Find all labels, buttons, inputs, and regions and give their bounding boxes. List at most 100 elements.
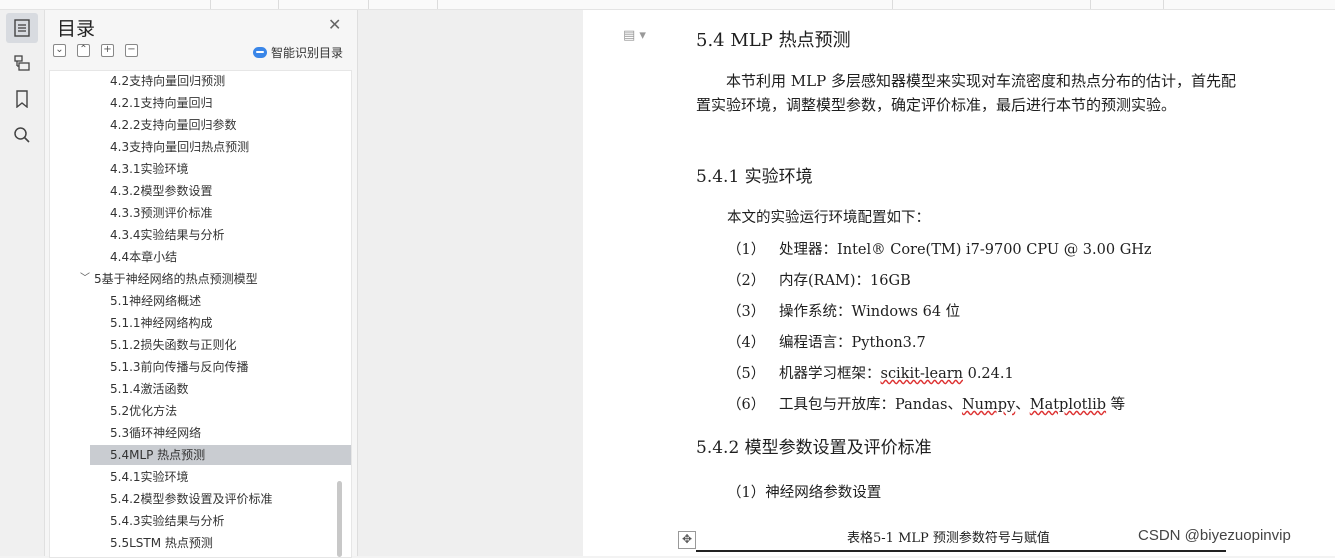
subsection-heading-env: 5.4.1 实验环境 <box>696 167 813 187</box>
env-item: （4） 编程语言：Python3.7 <box>727 331 926 352</box>
toc-item-label: 4.3.4实验结果与分析 <box>110 228 225 242</box>
env-item-number: （6） <box>727 397 766 413</box>
spellcheck-word: scikit-learn <box>880 366 963 382</box>
env-item: （6） 工具包与开放库：Pandas、Numpy、Matplotlib 等 <box>727 393 1125 414</box>
toc-item-label: 5.1神经网络概述 <box>110 294 202 308</box>
toc-item[interactable]: 5.1.3前向传播与反向传播 <box>110 357 249 377</box>
document-page: ▤ ▾ 5.4 MLP 热点预测 本节利用 MLP 多层感知器模型来实现对车流密… <box>583 10 1335 556</box>
toc-item[interactable]: 5.4.3实验结果与分析 <box>110 511 225 531</box>
toc-item-label: 5.1.3前向传播与反向传播 <box>110 360 249 374</box>
env-item-number: （4） <box>727 335 766 351</box>
bookmark-icon[interactable] <box>6 84 38 114</box>
watermark: CSDN @biyezuopinvip <box>1138 527 1291 544</box>
toc-item-label: 4.3.3预测评价标准 <box>110 206 213 220</box>
toc-item-label: 4.4本章小结 <box>110 250 178 264</box>
env-intro: 本文的实验运行环境配置如下： <box>727 210 930 226</box>
search-icon[interactable] <box>6 120 38 150</box>
param-line: （1）神经网络参数设置 <box>727 485 882 501</box>
toc-item-label: 5.4.3实验结果与分析 <box>110 514 225 528</box>
env-item-text-pre: 机器学习框架： <box>779 366 881 382</box>
toc-item[interactable]: 4.3.4实验结果与分析 <box>110 225 225 245</box>
top-toolbar-strip <box>0 0 1335 10</box>
toc-item[interactable]: 5.4MLP 热点预测 <box>90 445 351 465</box>
panel-title: 目录 <box>57 18 96 40</box>
env-item-text: 内存(RAM)：16GB <box>779 273 911 289</box>
env-item-text-pre: 工具包与开放库：Pandas、 <box>779 397 962 413</box>
env-item: （5） 机器学习框架：scikit-learn 0.24.1 <box>727 362 1014 383</box>
toc-item-label: 5.1.1神经网络构成 <box>110 316 213 330</box>
toc-panel: 目录 ✕ ⌄ ⌃ + − 智能识别目录 4.2支持向量回归预测 4.2.1支持向量… <box>45 10 358 558</box>
toc-item[interactable]: 5.5LSTM 热点预测 <box>110 533 213 553</box>
intro-paragraph: 本节利用 MLP 多层感知器模型来实现对车流密度和热点分布的估计，首先配置实验环… <box>696 72 1236 114</box>
env-item-text: 处理器：Intel® Core(TM) i7-9700 CPU @ 3.00 G… <box>779 242 1152 258</box>
toc-item[interactable]: 4.3.3预测评价标准 <box>110 203 213 223</box>
toc-item[interactable]: 5.2优化方法 <box>110 401 177 421</box>
add-level-button[interactable]: + <box>101 44 114 57</box>
expand-up-button[interactable]: ⌃ <box>77 44 90 57</box>
spellcheck-word: Numpy <box>961 397 1016 413</box>
table-move-icon[interactable]: ✥ <box>678 531 696 549</box>
toc-item[interactable]: 4.4本章小结 <box>110 247 177 267</box>
toc-item-label: 5.4.2模型参数设置及评价标准 <box>110 492 273 506</box>
env-item-text: 操作系统：Windows 64 位 <box>779 304 961 320</box>
toc-scrollbar[interactable] <box>337 481 342 557</box>
env-item-number: （1） <box>727 242 766 258</box>
toc-item[interactable]: 5.4.2模型参数设置及评价标准 <box>110 489 273 509</box>
table-caption: 表格5-1 MLP 预测参数符号与赋值 <box>847 531 1050 546</box>
env-item-text-post: 0.24.1 <box>962 366 1014 382</box>
toc-item-label: 4.3.2模型参数设置 <box>110 184 213 198</box>
toc-item-label: 5.5LSTM 热点预测 <box>110 536 213 550</box>
smart-toc-icon <box>253 47 267 58</box>
toc-item-label: 5.4MLP 热点预测 <box>110 448 206 462</box>
smart-toc-button[interactable]: 智能识别目录 <box>253 44 343 61</box>
env-item: （3） 操作系统：Windows 64 位 <box>727 300 960 321</box>
close-icon[interactable]: ✕ <box>328 15 341 34</box>
toc-item[interactable]: 5.1.2损失函数与正则化 <box>110 335 237 355</box>
toc-icon[interactable] <box>6 13 38 43</box>
env-item-number: （5） <box>727 366 766 382</box>
toc-item[interactable]: 5.1.1神经网络构成 <box>110 313 213 333</box>
section-heading: 5.4 MLP 热点预测 <box>696 30 851 51</box>
toc-item-label: 4.2.2支持向量回归参数 <box>110 118 237 132</box>
env-item-number: （2） <box>727 273 766 289</box>
remove-level-button[interactable]: − <box>125 44 138 57</box>
toc-item[interactable]: 4.2.1支持向量回归 <box>110 93 213 113</box>
toc-item[interactable]: 5.1神经网络概述 <box>110 291 201 311</box>
toc-item[interactable]: 4.3.1实验环境 <box>110 159 189 179</box>
env-item-number: （3） <box>727 304 766 320</box>
chevron-down-icon[interactable]: ﹀ <box>80 269 90 289</box>
toc-item-label: 5.2优化方法 <box>110 404 178 418</box>
toc-item-label: 5.1.2损失函数与正则化 <box>110 338 237 352</box>
env-item-text-post: 等 <box>1106 397 1126 413</box>
collapse-all-button[interactable]: ⌄ <box>53 44 66 57</box>
toc-list: 4.2支持向量回归预测 4.2.1支持向量回归 4.2.2支持向量回归参数 4.3支持… <box>49 70 352 558</box>
toc-item[interactable]: 5.3循环神经网络 <box>110 423 201 443</box>
toc-item-label: 4.2.1支持向量回归 <box>110 96 213 110</box>
toc-item-label: 4.3支持向量回归热点预测 <box>110 140 250 154</box>
toc-item-label: 5.1.4激活函数 <box>110 382 189 396</box>
env-item: （1） 处理器：Intel® Core(TM) i7-9700 CPU @ 3.0… <box>727 238 1152 259</box>
left-icon-rail <box>0 10 45 556</box>
spellcheck-word: Matplotlib <box>1029 397 1107 413</box>
toc-item-label: 4.2支持向量回归预测 <box>110 74 226 88</box>
env-item-text-mid: 、 <box>1015 397 1030 413</box>
env-item: （2） 内存(RAM)：16GB <box>727 269 911 290</box>
toc-item[interactable]: 4.2.2支持向量回归参数 <box>110 115 237 135</box>
env-item-text: 编程语言：Python3.7 <box>779 335 926 351</box>
toc-item-label: 5.4.1实验环境 <box>110 470 189 484</box>
document-icon[interactable]: ▤ ▾ <box>623 28 646 43</box>
smart-toc-label: 智能识别目录 <box>271 46 344 60</box>
toc-item[interactable]: 4.2支持向量回归预测 <box>110 71 225 91</box>
toc-item[interactable]: 5.4.1实验环境 <box>110 467 189 487</box>
table-top-rule <box>696 550 1226 552</box>
navigation-icon[interactable] <box>6 48 38 78</box>
toc-item[interactable]: 4.3.2模型参数设置 <box>110 181 213 201</box>
toc-item-label: 5.3循环神经网络 <box>110 426 202 440</box>
toc-item-label: 4.3.1实验环境 <box>110 162 189 176</box>
toc-item[interactable]: ﹀ 5基于神经网络的热点预测模型 <box>80 269 258 289</box>
toc-item[interactable]: 4.3支持向量回归热点预测 <box>110 137 249 157</box>
page-gap <box>358 10 583 556</box>
subsection-heading-params: 5.4.2 模型参数设置及评价标准 <box>696 438 932 458</box>
toc-item-label: 5基于神经网络的热点预测模型 <box>94 272 258 286</box>
toc-item[interactable]: 5.1.4激活函数 <box>110 379 189 399</box>
